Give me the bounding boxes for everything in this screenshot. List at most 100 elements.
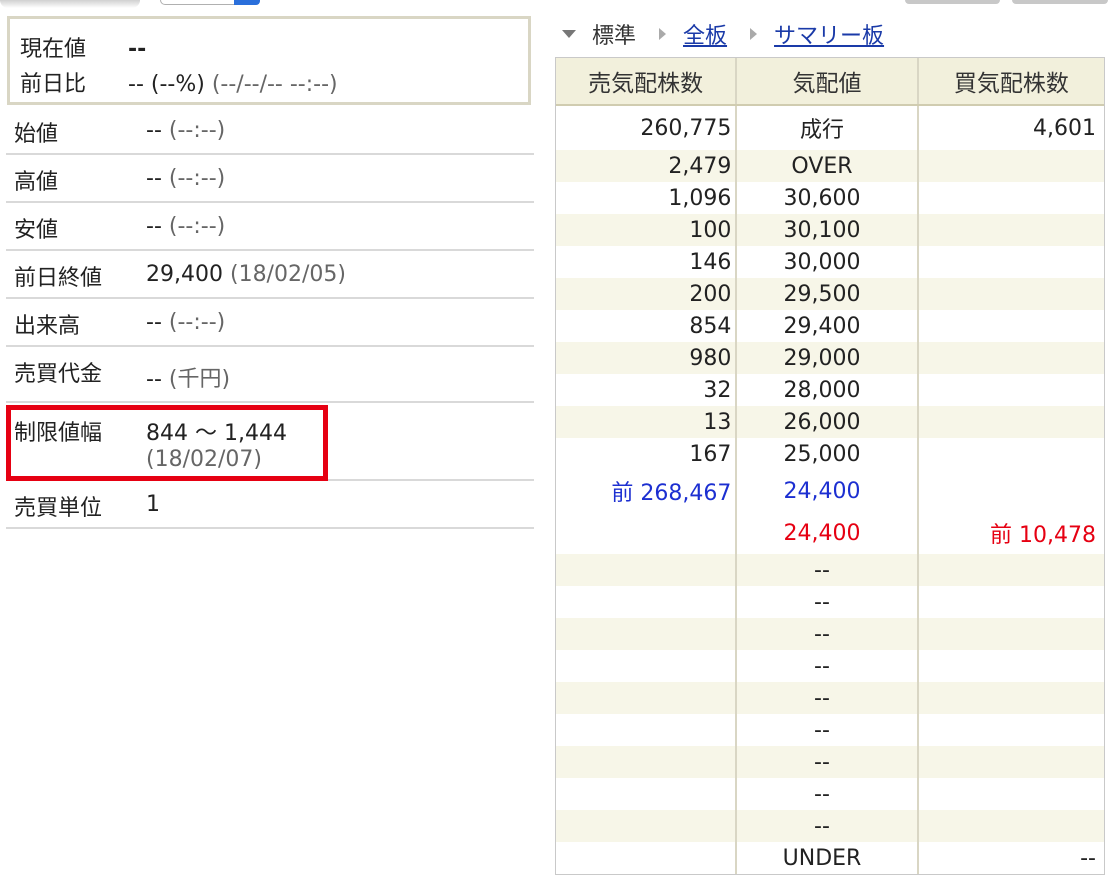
order-book-row: -- (556, 618, 1104, 650)
stat-row-price-limit: 制限値幅 844 〜 1,444 (18/02/07) (6, 403, 534, 481)
price-cell: 24,400 (737, 470, 919, 512)
price-cell: -- (737, 554, 919, 586)
sell-qty-cell: 260,775 (556, 106, 738, 150)
view-summary-board-link[interactable]: サマリー板 (774, 18, 884, 50)
buy-qty-cell (919, 746, 1104, 778)
stat-label: 売買代金 (14, 362, 103, 387)
buy-qty-cell (919, 650, 1104, 682)
sell-qty-cell (556, 778, 738, 810)
order-book-row: -- (556, 778, 1104, 810)
buy-qty-cell (919, 278, 1104, 310)
price-cell: 30,000 (737, 246, 919, 278)
stat-row-trading-unit: 売買単位 1 (6, 481, 534, 529)
buy-qty-cell (919, 374, 1104, 406)
view-full-board-link[interactable]: 全板 (683, 18, 727, 50)
stat-row-prev-close: 前日終値 29,400 (18/02/05) (6, 251, 534, 299)
buy-qty-cell (919, 182, 1104, 214)
buy-qty-cell (919, 470, 1104, 512)
buy-qty-cell (919, 810, 1104, 842)
header-price: 気配値 (737, 58, 919, 104)
stat-value: -- (千円) (146, 367, 231, 392)
buy-qty-cell (919, 438, 1104, 470)
order-book-row: UNDER -- (556, 842, 1104, 874)
buy-qty-cell (919, 406, 1104, 438)
sell-qty-cell (556, 650, 738, 682)
price-cell: 29,400 (737, 310, 919, 342)
stat-value: 1 (146, 492, 160, 517)
sell-qty-cell (556, 746, 738, 778)
order-book-row: 前 268,467 24,400 (556, 470, 1104, 512)
order-book-row: 980 29,000 (556, 342, 1104, 374)
sell-qty-cell: 1,096 (556, 182, 738, 214)
sell-qty-cell (556, 682, 738, 714)
price-cell: 30,100 (737, 214, 919, 246)
stat-row-volume: 出来高 -- (--:--) (6, 299, 534, 347)
order-book-row: 146 30,000 (556, 246, 1104, 278)
stat-note: (18/02/07) (146, 447, 262, 472)
stat-label: 高値 (14, 170, 59, 195)
order-book-row: 854 29,400 (556, 310, 1104, 342)
buy-qty-cell: 前 10,478 (990, 523, 1096, 548)
order-book-row: 100 30,100 (556, 214, 1104, 246)
order-book-row: 32 28,000 (556, 374, 1104, 406)
buy-qty-cell (919, 342, 1104, 374)
stat-row-open: 始値 -- (--:--) (6, 107, 534, 155)
current-price-box: 現在値 -- 前日比 -- (--%) (--/--/-- --:--) (7, 16, 531, 105)
change-label: 前日比 (20, 72, 87, 97)
sell-qty-cell: 2,479 (556, 150, 738, 182)
triangle-right-icon (750, 28, 758, 40)
buy-qty-cell (919, 586, 1104, 618)
order-book-row: 1,096 30,600 (556, 182, 1104, 214)
buy-qty-cell (919, 714, 1104, 746)
stat-label: 安値 (14, 218, 59, 243)
buy-qty-cell (919, 214, 1104, 246)
board-view-switcher: 標準 全板 サマリー板 (562, 18, 884, 50)
top-button-2[interactable] (1012, 0, 1108, 4)
sell-qty-cell: 980 (556, 342, 738, 374)
sell-qty-cell (556, 810, 738, 842)
sell-qty-cell: 100 (556, 214, 738, 246)
order-book-row: -- (556, 714, 1104, 746)
stat-label: 出来高 (14, 314, 81, 339)
triangle-right-icon (659, 28, 667, 40)
buy-qty-cell (919, 310, 1104, 342)
buy-qty-cell (919, 618, 1104, 650)
top-search-input[interactable] (160, 0, 260, 5)
sell-qty-cell: 854 (556, 310, 738, 342)
change-value: -- (--%) (128, 72, 205, 97)
price-cell: -- (737, 618, 919, 650)
order-book-header: 売気配株数 気配値 買気配株数 (556, 58, 1104, 106)
sell-qty-cell (556, 842, 738, 874)
current-price-label: 現在値 (20, 37, 87, 62)
price-cell: 29,000 (737, 342, 919, 374)
price-cell: -- (737, 586, 919, 618)
order-book-row: -- (556, 650, 1104, 682)
buy-qty-cell (919, 778, 1104, 810)
order-book-row: -- (556, 810, 1104, 842)
buy-qty-cell (919, 554, 1104, 586)
sell-qty-cell: 146 (556, 246, 738, 278)
order-book-row: -- (556, 746, 1104, 778)
top-search-button[interactable] (234, 0, 260, 5)
stat-value: -- (--:--) (146, 214, 226, 239)
view-standard: 標準 (592, 24, 637, 49)
top-button-1[interactable] (905, 0, 1000, 4)
header-sell-qty: 売気配株数 (556, 58, 738, 104)
stats-list: 始値 -- (--:--) 高値 -- (--:--) 安値 -- (--:--… (6, 107, 534, 529)
stat-value: -- (--:--) (146, 118, 226, 143)
order-book-table: 売気配株数 気配値 買気配株数 260,775 成行 4,601 2,479 OVER 1… (555, 57, 1105, 875)
current-price-row: 現在値 -- (20, 31, 146, 63)
buy-qty-cell: -- (1080, 845, 1096, 871)
order-book-row: 24,400 前 10,478 (556, 512, 1104, 554)
price-cell: -- (737, 778, 919, 810)
stat-value: -- (--:--) (146, 310, 226, 335)
order-book-row: 2,479 OVER (556, 150, 1104, 182)
price-cell: -- (737, 810, 919, 842)
price-cell: 24,400 (737, 512, 919, 554)
current-price-value: -- (128, 37, 147, 62)
order-book-row: 167 25,000 (556, 438, 1104, 470)
price-cell: UNDER (737, 842, 919, 874)
sell-qty-cell (556, 714, 738, 746)
stat-label: 制限値幅 (14, 421, 103, 446)
buy-qty-cell (919, 150, 1104, 182)
